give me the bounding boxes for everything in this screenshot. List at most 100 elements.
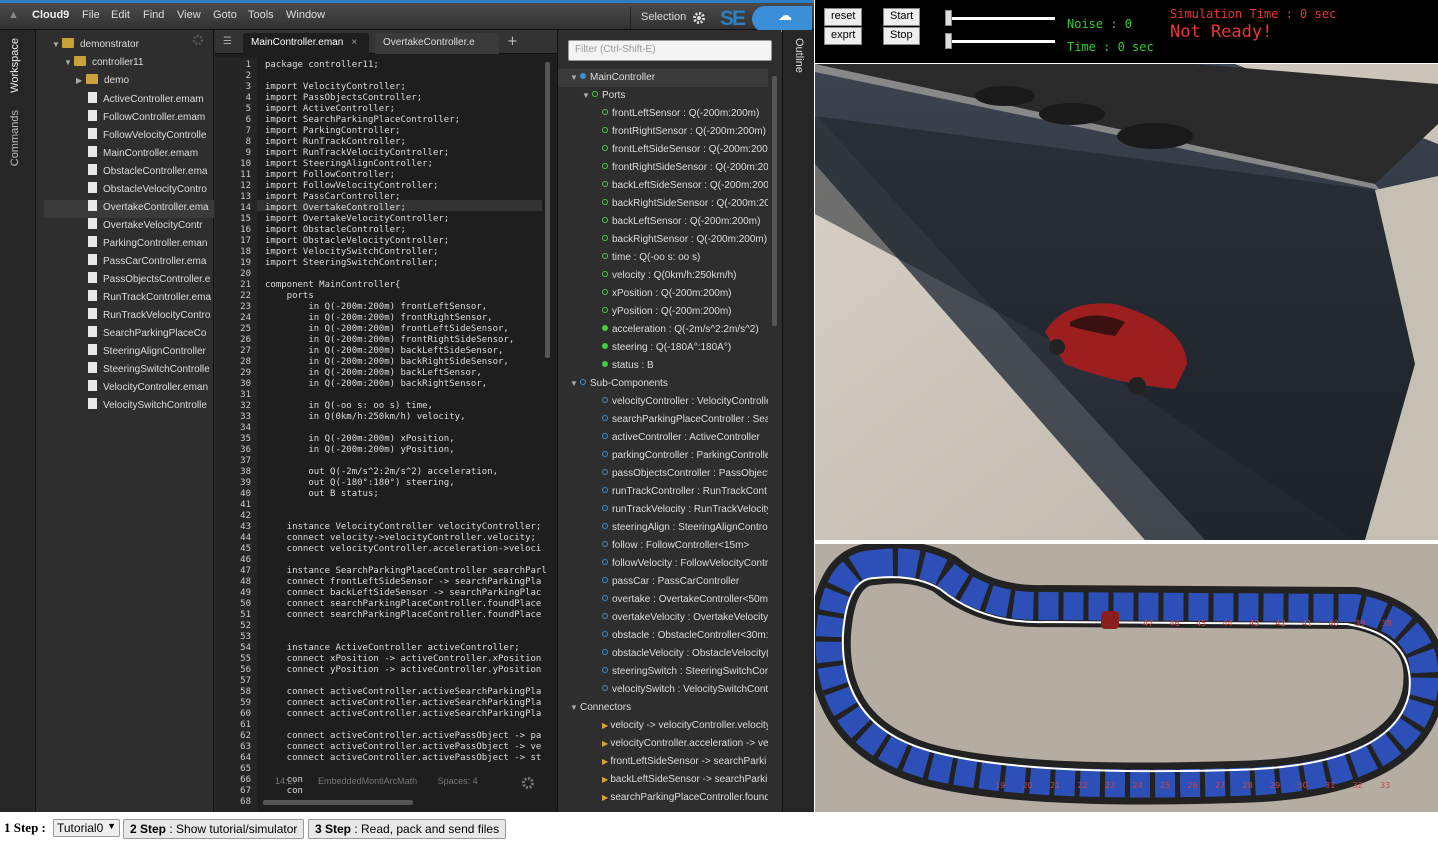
menu-goto[interactable]: Goto	[213, 9, 237, 21]
tree-file[interactable]: OvertakeController.ema	[44, 200, 214, 218]
outline-port[interactable]: status : B	[602, 360, 768, 378]
editor-hscrollbar[interactable]	[263, 800, 413, 805]
outline-connector[interactable]: ▶ frontLeftSideSensor -> searchParki	[602, 756, 768, 774]
outline-subcomponent[interactable]: passObjectsController : PassObject	[602, 468, 768, 486]
noise-slider[interactable]	[945, 10, 1055, 26]
menu-edit[interactable]: Edit	[111, 9, 130, 21]
editor-scrollbar[interactable]	[545, 62, 550, 358]
tree-file[interactable]: RunTrackVelocityContro	[88, 308, 212, 326]
outline-subcomponents[interactable]: ▼ Sub-Components	[570, 378, 768, 396]
outline-port[interactable]: yPosition : Q(-200m:200m)	[602, 306, 768, 324]
outline-subcomponent[interactable]: velocitySwitch : VelocitySwitchCont	[602, 684, 768, 702]
tree-file[interactable]: ActiveController.emam	[88, 92, 212, 110]
tree-file[interactable]: PassObjectsController.e	[88, 272, 212, 290]
outline-scrollbar[interactable]	[772, 76, 777, 326]
outline-subcomponent[interactable]: obstacle : ObstacleController<30m:	[602, 630, 768, 648]
menu-window[interactable]: Window	[286, 9, 325, 21]
tree-file[interactable]: FollowVelocityControlle	[88, 128, 212, 146]
outline-connector[interactable]: ▶ velocityController.acceleration -> ve	[602, 738, 768, 756]
outline-ports[interactable]: ▼ Ports	[582, 90, 768, 108]
tree-folder-controller11[interactable]: ▼ controller11	[64, 56, 144, 74]
simulator-3d-view[interactable]	[815, 64, 1438, 540]
selection-button[interactable]: Selection	[630, 7, 716, 29]
outline-port[interactable]: backLeftSensor : Q(-200m:200m)	[602, 216, 768, 234]
tree-file[interactable]: SearchParkingPlaceCo	[88, 326, 212, 344]
outline-subcomponent[interactable]: follow : FollowController<15m>	[602, 540, 768, 558]
tree-folder-demonstrator[interactable]: ▼ demonstrator	[52, 38, 139, 56]
tree-file[interactable]: PassCarController.ema	[88, 254, 212, 272]
outline-connector[interactable]: ▶ searchParkingPlaceController.found	[602, 792, 768, 810]
outline-port[interactable]: frontRightSideSensor : Q(-200m:20	[602, 162, 768, 180]
reset-button[interactable]: reset	[824, 8, 863, 26]
add-tab-icon[interactable]: +	[507, 34, 518, 49]
tree-file[interactable]: ParkingController.eman	[88, 236, 212, 254]
tutorial-select[interactable]: Tutorial0 ▼	[53, 819, 120, 837]
outline-root[interactable]: ▼ MainController	[570, 72, 768, 90]
tree-file[interactable]: VelocitySwitchControlle	[88, 398, 212, 416]
outline-port[interactable]: frontLeftSensor : Q(-200m:200m)	[602, 108, 768, 126]
gear-icon[interactable]	[521, 776, 535, 790]
tree-file[interactable]: FollowController.emam	[88, 110, 212, 128]
menu-find[interactable]: Find	[143, 9, 164, 21]
stop-button[interactable]: Stop	[883, 27, 920, 45]
start-button[interactable]: Start	[883, 8, 921, 26]
outline-port[interactable]: acceleration : Q(-2m/s^2:2m/s^2)	[602, 324, 768, 342]
tab-workspace[interactable]: Workspace	[9, 38, 21, 93]
tree-file[interactable]: ObstacleController.ema	[88, 164, 212, 182]
chevron-icon[interactable]: ▼	[570, 703, 580, 712]
outline-connector[interactable]: ▶ velocity -> velocityController.velocit…	[602, 720, 768, 738]
outline-subcomponent[interactable]: activeController : ActiveController	[602, 432, 768, 450]
outline-subcomponent[interactable]: followVelocity : FollowVelocityContr	[602, 558, 768, 576]
outline-port[interactable]: frontRightSensor : Q(-200m:200m)	[602, 126, 768, 144]
language-mode[interactable]: EmbeddedMontiArcMath	[318, 776, 417, 786]
tree-file[interactable]: MainController.emam	[88, 146, 212, 164]
track-map[interactable]: 47 46 45 44 43 42 41 40 39 38 19 20 21 22 23 24 25 26 27 2…	[815, 544, 1438, 812]
tree-file[interactable]: RunTrackController.ema	[88, 290, 212, 308]
close-icon[interactable]: ×	[351, 37, 357, 48]
slider-knob[interactable]	[945, 10, 952, 26]
outline-port[interactable]: backRightSideSensor : Q(-200m:20	[602, 198, 768, 216]
export-button[interactable]: exprt	[824, 27, 863, 45]
outline-port[interactable]: xPosition : Q(-200m:200m)	[602, 288, 768, 306]
chevron-icon[interactable]: ▼	[570, 379, 580, 388]
menu-icon[interactable]: ☰	[223, 36, 232, 47]
outline-subcomponent[interactable]: velocityController : VelocityControlle	[602, 396, 768, 414]
chevron-icon[interactable]: ▼	[582, 91, 592, 100]
cloud9-menu[interactable]: Cloud9	[32, 9, 69, 21]
chevron-icon[interactable]: ▼	[570, 73, 580, 82]
collapse-icon[interactable]: ▲	[8, 9, 19, 21]
tree-folder-demo[interactable]: ▶ demo	[76, 74, 129, 92]
outline-port[interactable]: velocity : Q(0km/h:250km/h)	[602, 270, 768, 288]
send-files-button[interactable]: 3 Step : Read, pack and send files	[308, 819, 507, 839]
outline-subcomponent[interactable]: overtake : OvertakeController<50m	[602, 594, 768, 612]
tree-file[interactable]: VelocityController.eman	[88, 380, 212, 398]
show-tutorial-button[interactable]: 2 Step : Show tutorial/simulator	[123, 819, 305, 839]
tab-maincontroller[interactable]: MainController.eman ×	[243, 33, 369, 54]
outline-subcomponent[interactable]: runTrackController : RunTrackCont	[602, 486, 768, 504]
tab-overtakecontroller[interactable]: OvertakeController.e	[375, 33, 499, 54]
menu-tools[interactable]: Tools	[248, 9, 274, 21]
menu-view[interactable]: View	[177, 9, 201, 21]
outline-port[interactable]: backRightSensor : Q(-200m:200m)	[602, 234, 768, 252]
outline-subcomponent[interactable]: obstacleVelocity : ObstacleVelocity(	[602, 648, 768, 666]
tree-file[interactable]: SteeringAlignController	[88, 344, 212, 362]
outline-filter-input[interactable]: Filter (Ctrl-Shift-E)	[568, 40, 772, 61]
tree-file[interactable]: ObstacleVelocityContro	[88, 182, 212, 200]
outline-connector[interactable]: ▶ backLeftSideSensor -> searchParki	[602, 774, 768, 792]
outline-subcomponent[interactable]: parkingController : ParkingController	[602, 450, 768, 468]
outline-subcomponent[interactable]: steeringAlign : SteeringAlignControl	[602, 522, 768, 540]
outline-subcomponent[interactable]: searchParkingPlaceController : Sea	[602, 414, 768, 432]
outline-connectors[interactable]: ▼ Connectors	[570, 702, 768, 720]
slider-knob[interactable]	[945, 33, 952, 49]
gear-icon[interactable]	[192, 34, 204, 46]
time-slider[interactable]	[945, 33, 1055, 49]
tree-file[interactable]: SteeringSwitchControlle	[88, 362, 212, 380]
tree-file[interactable]: OvertakeVelocityContr	[88, 218, 212, 236]
outline-subcomponent[interactable]: passCar : PassCarController	[602, 576, 768, 594]
outline-subcomponent[interactable]: runTrackVelocity : RunTrackVelocity	[602, 504, 768, 522]
outline-port[interactable]: steering : Q(-180Â°:180Â°)	[602, 342, 768, 360]
menu-file[interactable]: File	[82, 9, 100, 21]
outline-port[interactable]: frontLeftSideSensor : Q(-200m:200	[602, 144, 768, 162]
outline-port[interactable]: time : Q(-oo s: oo s)	[602, 252, 768, 270]
outline-subcomponent[interactable]: steeringSwitch : SteeringSwitchCor	[602, 666, 768, 684]
